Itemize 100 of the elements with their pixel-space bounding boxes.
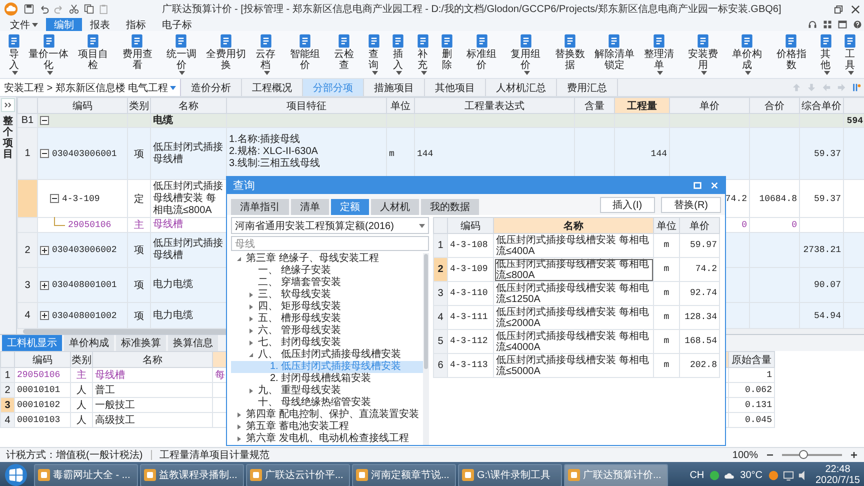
toolbar-button[interactable]: 项目自检 [72,33,115,71]
collapse-icon[interactable] [40,116,49,125]
column-header[interactable]: 综合单价 [800,98,844,114]
row-header[interactable]: 4 [0,412,14,428]
menu-item[interactable]: 编制 [46,18,82,31]
help-icon[interactable] [853,20,862,29]
toolbar-button[interactable]: 补充 [410,33,434,75]
column-header[interactable]: 单位 [386,98,414,114]
column-header[interactable]: 项目特征 [226,98,386,114]
toolbar-button[interactable]: 删除 [435,33,459,71]
toolbar-button[interactable]: 价格指数 [770,33,813,71]
menu-item[interactable]: 报表 [82,18,118,31]
column-header[interactable]: 编码 [14,352,70,368]
toolbar-button[interactable]: 单价构成 [726,33,769,75]
toolbar-button[interactable]: 费用查看 [116,33,159,71]
expand-panel-button[interactable] [1,98,15,112]
tree-item[interactable]: 三、 软母线安装 [231,289,423,301]
vertical-scrollbar[interactable] [423,253,429,445]
tree-item[interactable]: 第五章 蓄电池安装工程 [231,421,423,433]
taskbar-item[interactable]: 益教课程录播制... [140,464,244,486]
collapse-arrow-icon[interactable] [247,351,255,359]
tree-item[interactable]: 第四章 配电控制、保护、直流装置安装 [231,409,423,421]
expand-arrow-icon[interactable] [235,411,243,419]
row-header[interactable]: 2 [18,232,38,268]
column-settings-icon[interactable] [852,83,861,92]
row-header[interactable]: 5 [434,330,448,354]
panel-tab[interactable]: 工料机显示 [2,335,62,351]
row-header[interactable]: 2 [434,258,448,282]
panel-tab[interactable]: 换算信息 [168,335,218,351]
page-tab[interactable]: 造价分析 [181,79,242,96]
library-dropdown[interactable]: 河南省通用安装工程预算定额(2016) [231,217,429,234]
undo-icon[interactable] [39,4,49,14]
toolbar-button[interactable]: 替换数据 [548,33,592,71]
toolbar-button[interactable]: 查询 [362,33,386,75]
toolbar-button[interactable]: 导入 [2,33,26,75]
toolbar-button[interactable]: 解除清单锁定 [592,33,636,71]
expand-arrow-icon[interactable] [235,435,243,443]
row-header[interactable]: B1 [18,114,38,128]
dialog-button[interactable]: 插入(I) [600,197,656,213]
dialog-tab[interactable]: 清单 [291,199,329,215]
row-header[interactable]: 4 [18,302,38,328]
row-header[interactable]: 1 [434,234,448,258]
column-header[interactable]: 单价 [680,218,720,234]
close-icon[interactable] [851,4,860,14]
expand-icon[interactable] [40,311,49,320]
column-header[interactable]: 工程量表达式 [414,98,574,114]
tree-item[interactable]: 七、 封闭母线安装 [231,337,423,349]
slider-thumb[interactable] [799,450,808,459]
row-header[interactable]: 3 [0,398,14,412]
breadcrumb-dropdown[interactable]: 安装工程 > 郑东新区信息楼 电气工程 [0,79,182,96]
menu-item[interactable]: 电子标 [154,18,200,31]
search-field[interactable]: 母线 [231,236,429,251]
toolbar-button[interactable]: 云检查 [327,33,361,71]
column-header[interactable]: 编码 [448,218,494,234]
tree-item[interactable]: 六、 管形母线安装 [231,325,423,337]
expand-arrow-icon[interactable] [247,339,255,347]
page-tab[interactable]: 措施项目 [364,79,426,96]
toolbar-button[interactable]: 量价一体化 [26,33,71,75]
expand-icon[interactable] [40,246,49,254]
column-header[interactable]: 编码 [38,98,128,114]
tree-item[interactable]: 第六章 发电机、电动机检查接线工程 [231,433,423,445]
expand-arrow-icon[interactable] [235,423,243,431]
expand-arrow-icon[interactable] [247,291,255,299]
column-header[interactable]: 类别 [128,98,150,114]
expand-arrow-icon[interactable] [247,327,255,335]
network-icon[interactable] [782,470,794,480]
tree-item[interactable]: 八、 低压封闭式插接母线槽安装 [231,349,423,361]
row-header[interactable]: 4 [434,306,448,330]
window-icon[interactable] [838,20,847,29]
collapse-arrow-icon[interactable] [235,255,243,263]
toolbar-button[interactable]: 复用组价 [504,33,548,75]
menu-item[interactable]: 文件 [2,18,46,31]
tree-item[interactable]: 二、 穿墙套管安装 [231,277,423,289]
expand-arrow-icon[interactable] [247,387,255,395]
toolbar-button[interactable]: 标准组价 [460,33,504,71]
column-header[interactable]: 单价 [670,98,750,114]
menu-item[interactable]: 指标 [118,18,154,31]
toolbar-button[interactable]: 全费用切换 [204,33,248,71]
page-tab[interactable]: 其他项目 [425,79,486,96]
row-header[interactable]: 6 [434,354,448,378]
taskbar-item[interactable]: G:\课件录制工具 [458,464,562,486]
taskbar-item[interactable]: 毒霸网址大全 - ... [34,464,138,486]
headset-icon[interactable] [808,20,817,29]
scissors-icon[interactable] [69,4,79,14]
column-header[interactable]: 原始含量 [728,352,774,368]
toolbar-button[interactable]: 工具 [838,33,862,75]
cloud-logo-icon[interactable] [768,470,778,480]
row-header[interactable]: 2 [0,382,14,398]
page-tab[interactable]: 人材机汇总 [486,79,558,96]
column-header[interactable]: 类别 [70,352,92,368]
taskbar-item[interactable]: 广联达云计价平... [246,464,350,486]
expand-icon[interactable] [40,280,49,290]
column-header[interactable]: 含量 [574,98,614,114]
tree-item[interactable]: 四、 矩形母线安装 [231,301,423,313]
dialog-tab[interactable]: 人材机 [371,199,419,215]
row-header[interactable]: 3 [434,282,448,306]
column-header[interactable]: 合价 [750,98,800,114]
dialog-tab[interactable]: 清单指引 [231,199,289,215]
copy-icon[interactable] [84,4,94,14]
column-header[interactable]: 名称 [150,98,226,114]
